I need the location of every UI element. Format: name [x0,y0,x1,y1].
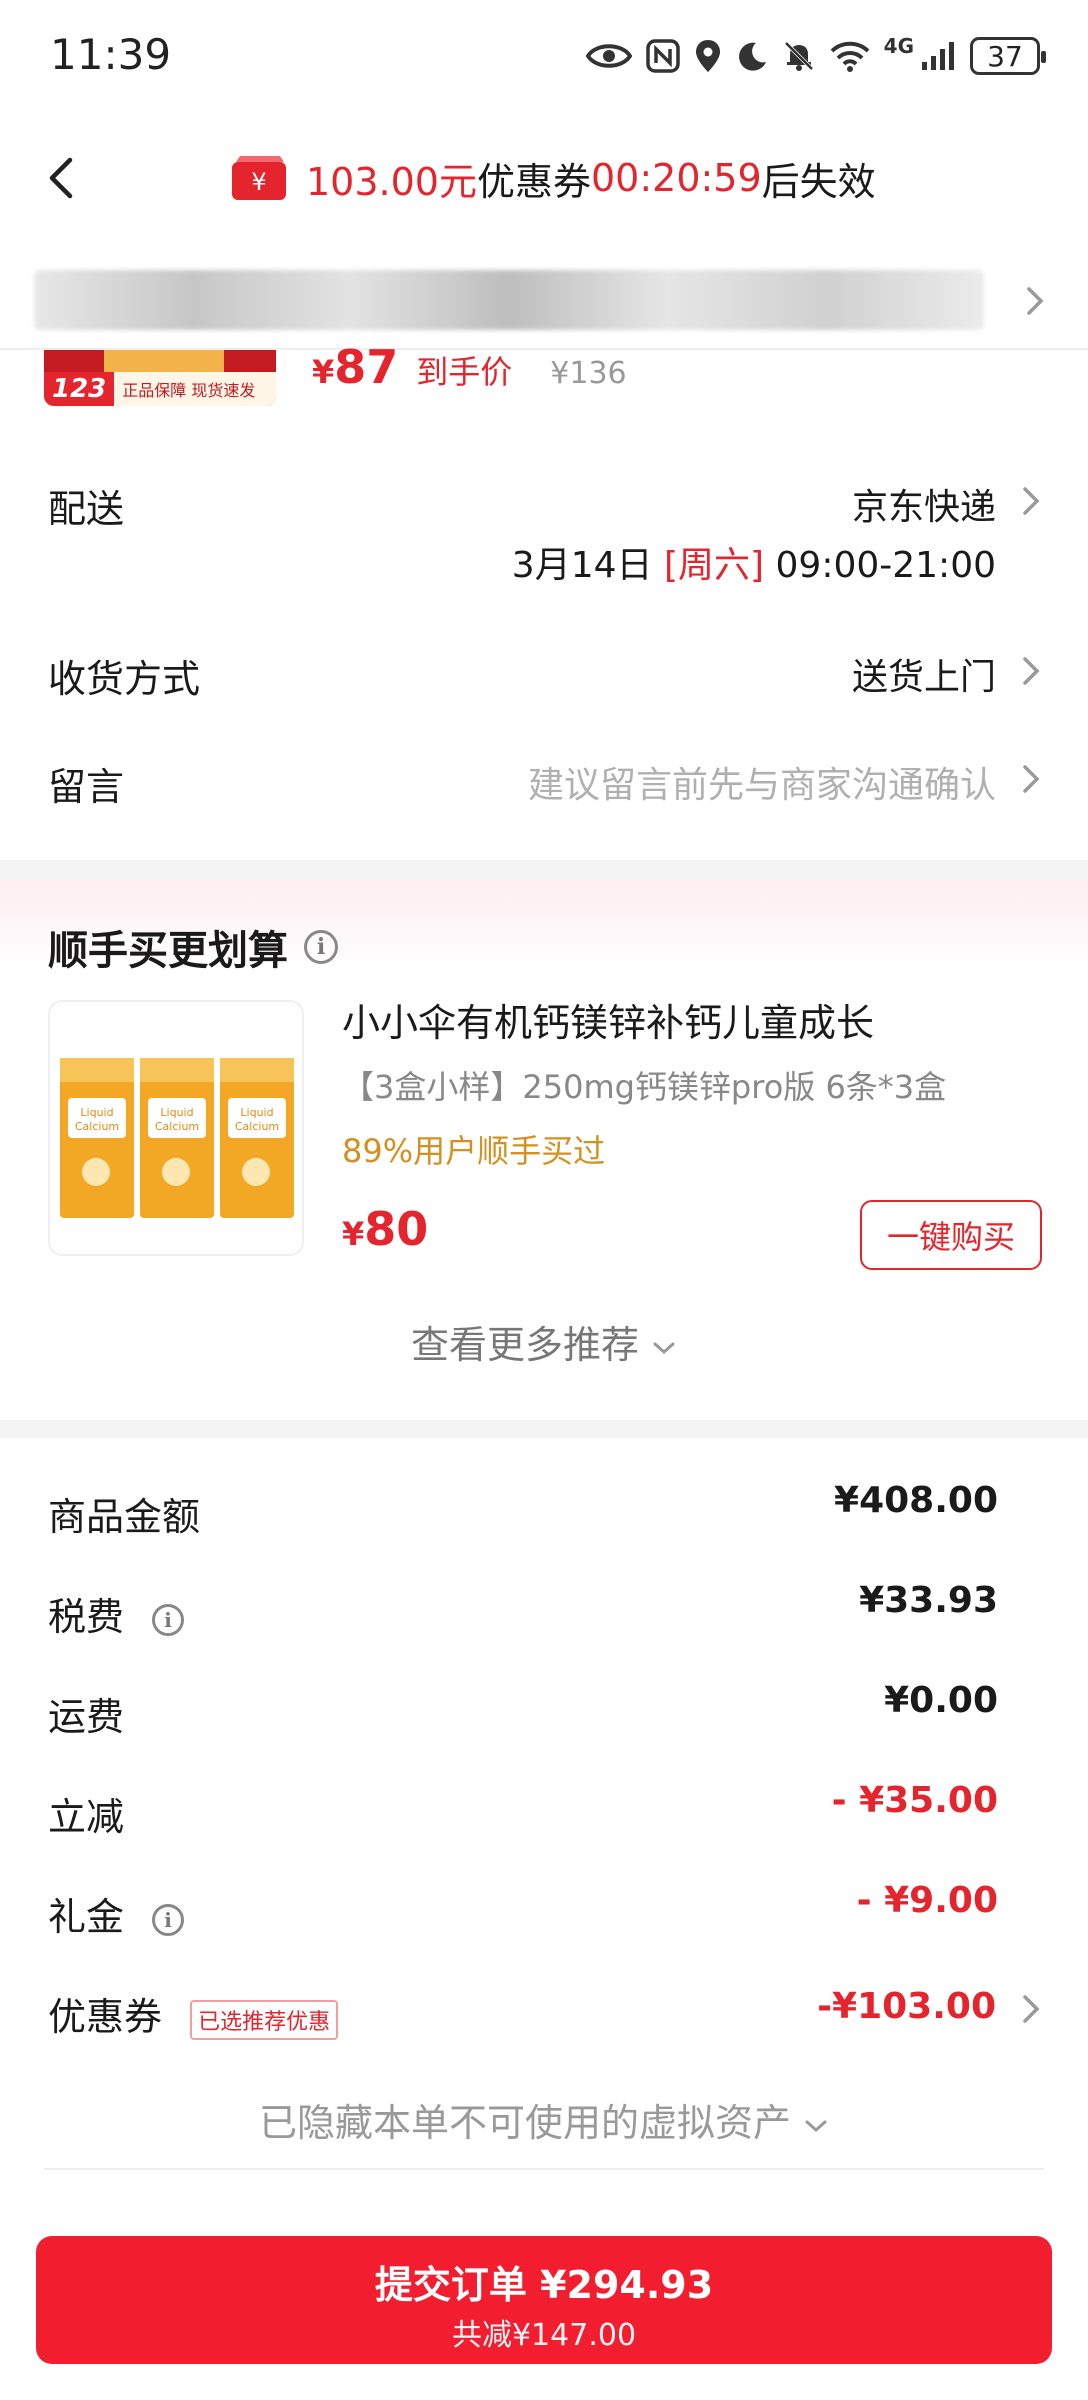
mute-bell-icon [784,41,814,71]
svg-text:Liquid: Liquid [240,1106,273,1119]
see-more-recommendations[interactable]: 查看更多推荐 [0,1314,1088,1369]
coupon-value: -¥103.00 [817,1986,996,2027]
eye-icon [585,44,632,68]
svg-text:¥: ¥ [251,168,266,196]
product-title-blurred [34,270,984,330]
coupon-badge: 已选推荐优惠 [190,1999,339,2040]
status-bar: 11:39 4G 37 [0,0,1088,110]
divider [44,2168,1044,2170]
svg-text:Calcium: Calcium [155,1120,199,1133]
svg-text:Liquid: Liquid [80,1106,113,1119]
chevron-right-icon [1027,287,1044,315]
hidden-assets-toggle[interactable]: 已隐藏本单不可使用的虚拟资产 [0,2092,1088,2147]
chevron-right-icon [1023,765,1040,793]
tax-label-text: 税费 [48,1595,125,1639]
wifi-icon [830,41,870,72]
original-price: ¥136 [550,356,627,391]
coupon-amount: 103.00元 [306,159,477,204]
bundle-title: 顺手买更划算 i [48,918,338,976]
see-more-label: 查看更多推荐 [410,1323,639,1367]
submit-order-button[interactable]: 提交订单 ¥294.93 共减¥147.00 [36,2236,1052,2364]
battery-indicator: 37 [970,37,1046,75]
svg-text:Calcium: Calcium [235,1120,279,1133]
delivery-window: 09:00-21:00 [775,545,996,586]
calcium-box-image: Liquid Calcium Liquid Calcium Liquid Cal… [60,1058,294,1218]
chevron-down-icon [805,2120,827,2132]
signal-icon [922,42,954,70]
delivery-date: 3月14日 [511,545,653,586]
location-icon [695,40,720,72]
bundle-product-name[interactable]: 小小伞有机钙镁锌补钙儿童成长 [342,992,874,1047]
goods-amount-label: 商品金额 [48,1495,201,1539]
bundle-recommendation: 顺手买更划算 i Liquid Calcium Liquid Calcium L… [0,880,1088,1420]
svg-text:Liquid: Liquid [160,1106,193,1119]
message-placeholder: 建议留言前先与商家沟通确认 [527,765,996,806]
bundle-title-text: 顺手买更划算 [48,928,288,974]
bundle-product-price: ¥80 [342,1202,429,1256]
delivery-label: 配送 [48,487,125,531]
coupon-countdown-banner: ¥ 103.00元 优惠券 00:20:59 后失效 [230,148,876,208]
gift-label-text: 礼金 [48,1895,125,1939]
info-icon[interactable]: i [152,1603,185,1636]
submit-order-label: 提交订单 ¥294.93 [374,2263,714,2307]
delivery-weekday: [周六] [663,545,765,586]
coupon-countdown-suffix: 后失效 [761,159,876,204]
one-click-buy-button[interactable]: 一键购买 [860,1200,1042,1270]
section-gap [0,860,1088,880]
tax-label: 税费 i [48,1586,185,1641]
status-time: 11:39 [50,30,172,79]
gift-value: - ¥9.00 [856,1880,998,1921]
coupon-label-text: 优惠券 [48,1995,163,2039]
info-icon[interactable]: i [152,1903,185,1936]
bundle-product-stat: 89%用户顺手买过 [342,1132,606,1170]
thumb-box-graphic [104,350,224,372]
final-price-tag: 到手价 [416,353,513,391]
receive-method-label: 收货方式 [48,657,201,701]
receive-method-value: 送货上门 [851,657,996,698]
svg-text:Calcium: Calcium [75,1120,119,1133]
gift-label: 礼金 i [48,1886,185,1941]
submit-order-saving: 共减¥147.00 [451,2318,637,2353]
bundle-product-spec: 【3盒小样】250mg钙镁锌pro版 6条*3盒 [342,1068,947,1106]
chevron-right-icon [1023,657,1040,685]
shipping-label: 运费 [48,1695,125,1739]
product-title-row[interactable] [0,258,1088,350]
section-gap [0,1420,1088,1438]
shipping-value: ¥0.00 [884,1680,998,1721]
thumb-label: 正品保障 现货速发 [122,381,256,400]
moon-icon [738,42,766,71]
nfc-icon [645,39,680,73]
info-icon[interactable]: i [304,930,338,964]
chevron-down-icon [653,1342,675,1354]
discount-label: 立减 [48,1795,125,1839]
network-type: 4G [883,34,914,58]
bundle-product-image[interactable]: Liquid Calcium Liquid Calcium Liquid Cal… [48,1000,304,1256]
tax-value: ¥33.93 [859,1580,998,1621]
delivery-time: 3月14日 [周六] 09:00-21:00 [512,536,996,588]
hidden-assets-text: 已隐藏本单不可使用的虚拟资产 [258,2101,791,2145]
chevron-right-icon [1023,487,1040,515]
goods-amount-value: ¥408.00 [834,1480,998,1521]
coupon-envelope-icon: ¥ [232,156,286,200]
discount-value: - ¥35.00 [831,1780,998,1821]
thumb-price: 123 [44,372,115,406]
delivery-carrier: 京东快递 [851,487,996,528]
final-price: ¥87 [312,340,399,394]
top-bar: ¥ 103.00元 优惠券 00:20:59 后失效 [0,118,1088,238]
thumb-strip: 123 正品保障 现货速发 [44,372,276,406]
message-label: 留言 [48,765,125,809]
product-price-row: ¥87 到手价 ¥136 [312,340,627,404]
chevron-right-icon [1023,1995,1040,2023]
back-button[interactable] [46,148,106,208]
coupon-label: 优惠券 已选推荐优惠 [48,1986,339,2041]
back-arrow-icon [49,157,73,199]
coupon-countdown: 00:20:59 [590,156,762,200]
product-thumbnail[interactable]: 123 正品保障 现货速发 [44,350,276,406]
status-icons: 4G 37 [585,30,1046,82]
coupon-label: 优惠券 [476,159,591,204]
